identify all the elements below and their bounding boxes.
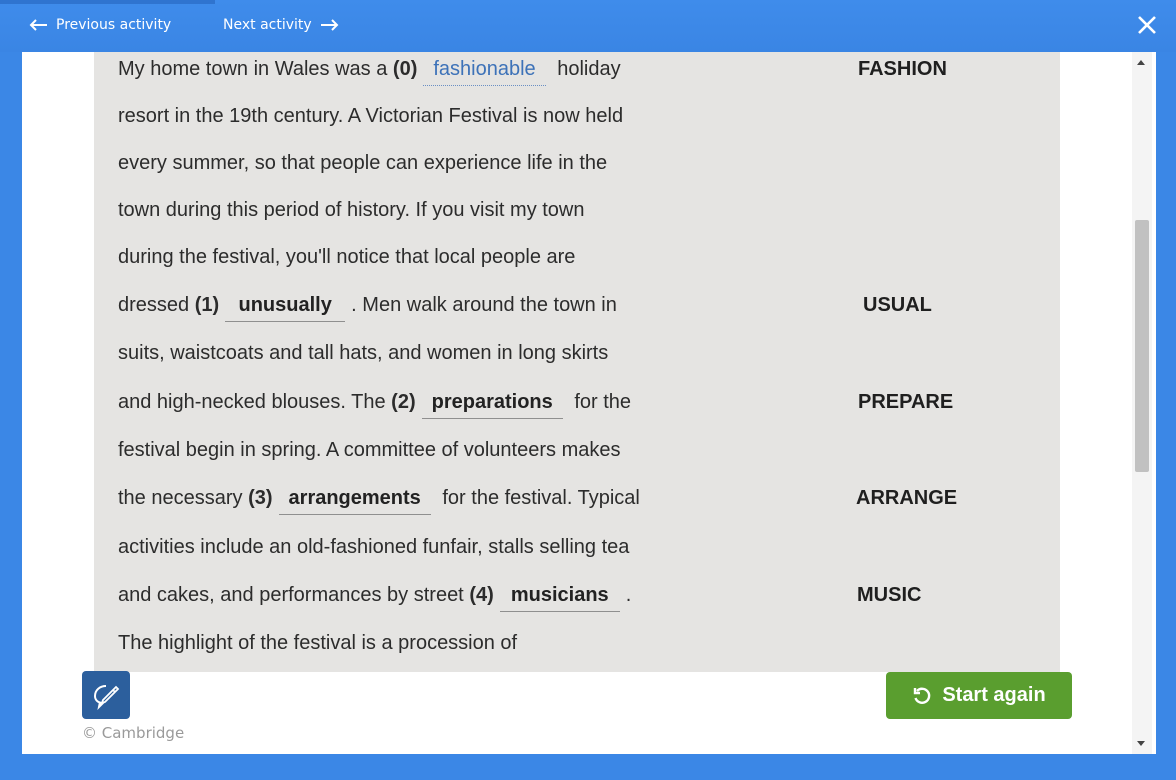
text-line-7: suits, waistcoats and tall hats, and wom… xyxy=(118,342,609,364)
answer-input-1[interactable]: unusually xyxy=(225,294,346,322)
previous-activity-button[interactable]: Previous activity xyxy=(28,17,171,33)
keyword-4: MUSIC xyxy=(857,584,922,606)
answer-input-2[interactable]: preparations xyxy=(421,391,563,419)
arrow-right-icon xyxy=(320,19,339,31)
text-line-12: and cakes, and performances by street (4… xyxy=(118,584,631,612)
close-icon[interactable] xyxy=(1136,14,1158,36)
text-line-8: and high-necked blouses. The (2) preparat… xyxy=(118,391,631,419)
keyword-3: ARRANGE xyxy=(856,487,958,509)
start-again-button[interactable]: Start again xyxy=(886,672,1072,719)
text-line-5: during the festival, you'll notice that … xyxy=(118,246,576,268)
bottom-bar xyxy=(0,754,1176,780)
keyword-0: FASHION xyxy=(858,58,947,80)
text-line-10: the necessary (3) arrangements for the fe… xyxy=(118,487,640,515)
start-again-label: Start again xyxy=(942,684,1046,706)
reading-panel: My home town in Wales was a (0) fashionab… xyxy=(94,52,1060,672)
text-line-2: resort in the 19th century. A Victorian … xyxy=(118,105,624,127)
text-line-1: My home town in Wales was a (0) fashionab… xyxy=(118,58,621,86)
keyword-1: USUAL xyxy=(863,294,932,316)
previous-activity-label: Previous activity xyxy=(56,17,172,33)
scrollbar-thumb[interactable] xyxy=(1135,220,1149,472)
text-line-9: festival begin in spring. A committee of… xyxy=(118,439,621,461)
scroll-up-arrow-icon[interactable] xyxy=(1137,60,1145,65)
top-bar: Previous activity Next activity xyxy=(0,0,1176,52)
keyword-2: PREPARE xyxy=(858,391,954,413)
text-line-13: The highlight of the festival is a proce… xyxy=(118,632,518,654)
answer-input-3[interactable]: arrangements xyxy=(278,487,431,515)
top-tab-edge xyxy=(0,0,215,4)
next-activity-button[interactable]: Next activity xyxy=(223,17,340,33)
scroll-down-arrow-icon[interactable] xyxy=(1137,741,1145,746)
answer-input-4[interactable]: musicians xyxy=(499,584,620,612)
answer-example: fashionable xyxy=(423,58,546,86)
arrow-left-icon xyxy=(29,19,47,31)
pen-speech-bubble-icon xyxy=(94,685,120,710)
restart-icon xyxy=(914,687,931,704)
text-line-6: dressed (1) unusually. Men walk around th… xyxy=(118,294,617,322)
text-line-11: activities include an old-fashioned funf… xyxy=(118,536,630,558)
next-activity-label: Next activity xyxy=(223,17,312,33)
text-line-4: town during this period of history. If y… xyxy=(118,199,585,221)
annotate-tool-button[interactable] xyxy=(82,671,130,719)
text-line-3: every summer, so that people can experie… xyxy=(118,152,608,174)
activity-frame: My home town in Wales was a (0) fashionab… xyxy=(22,52,1156,754)
vertical-scrollbar[interactable] xyxy=(1132,52,1152,754)
copyright-text: © Cambridge xyxy=(82,724,185,742)
